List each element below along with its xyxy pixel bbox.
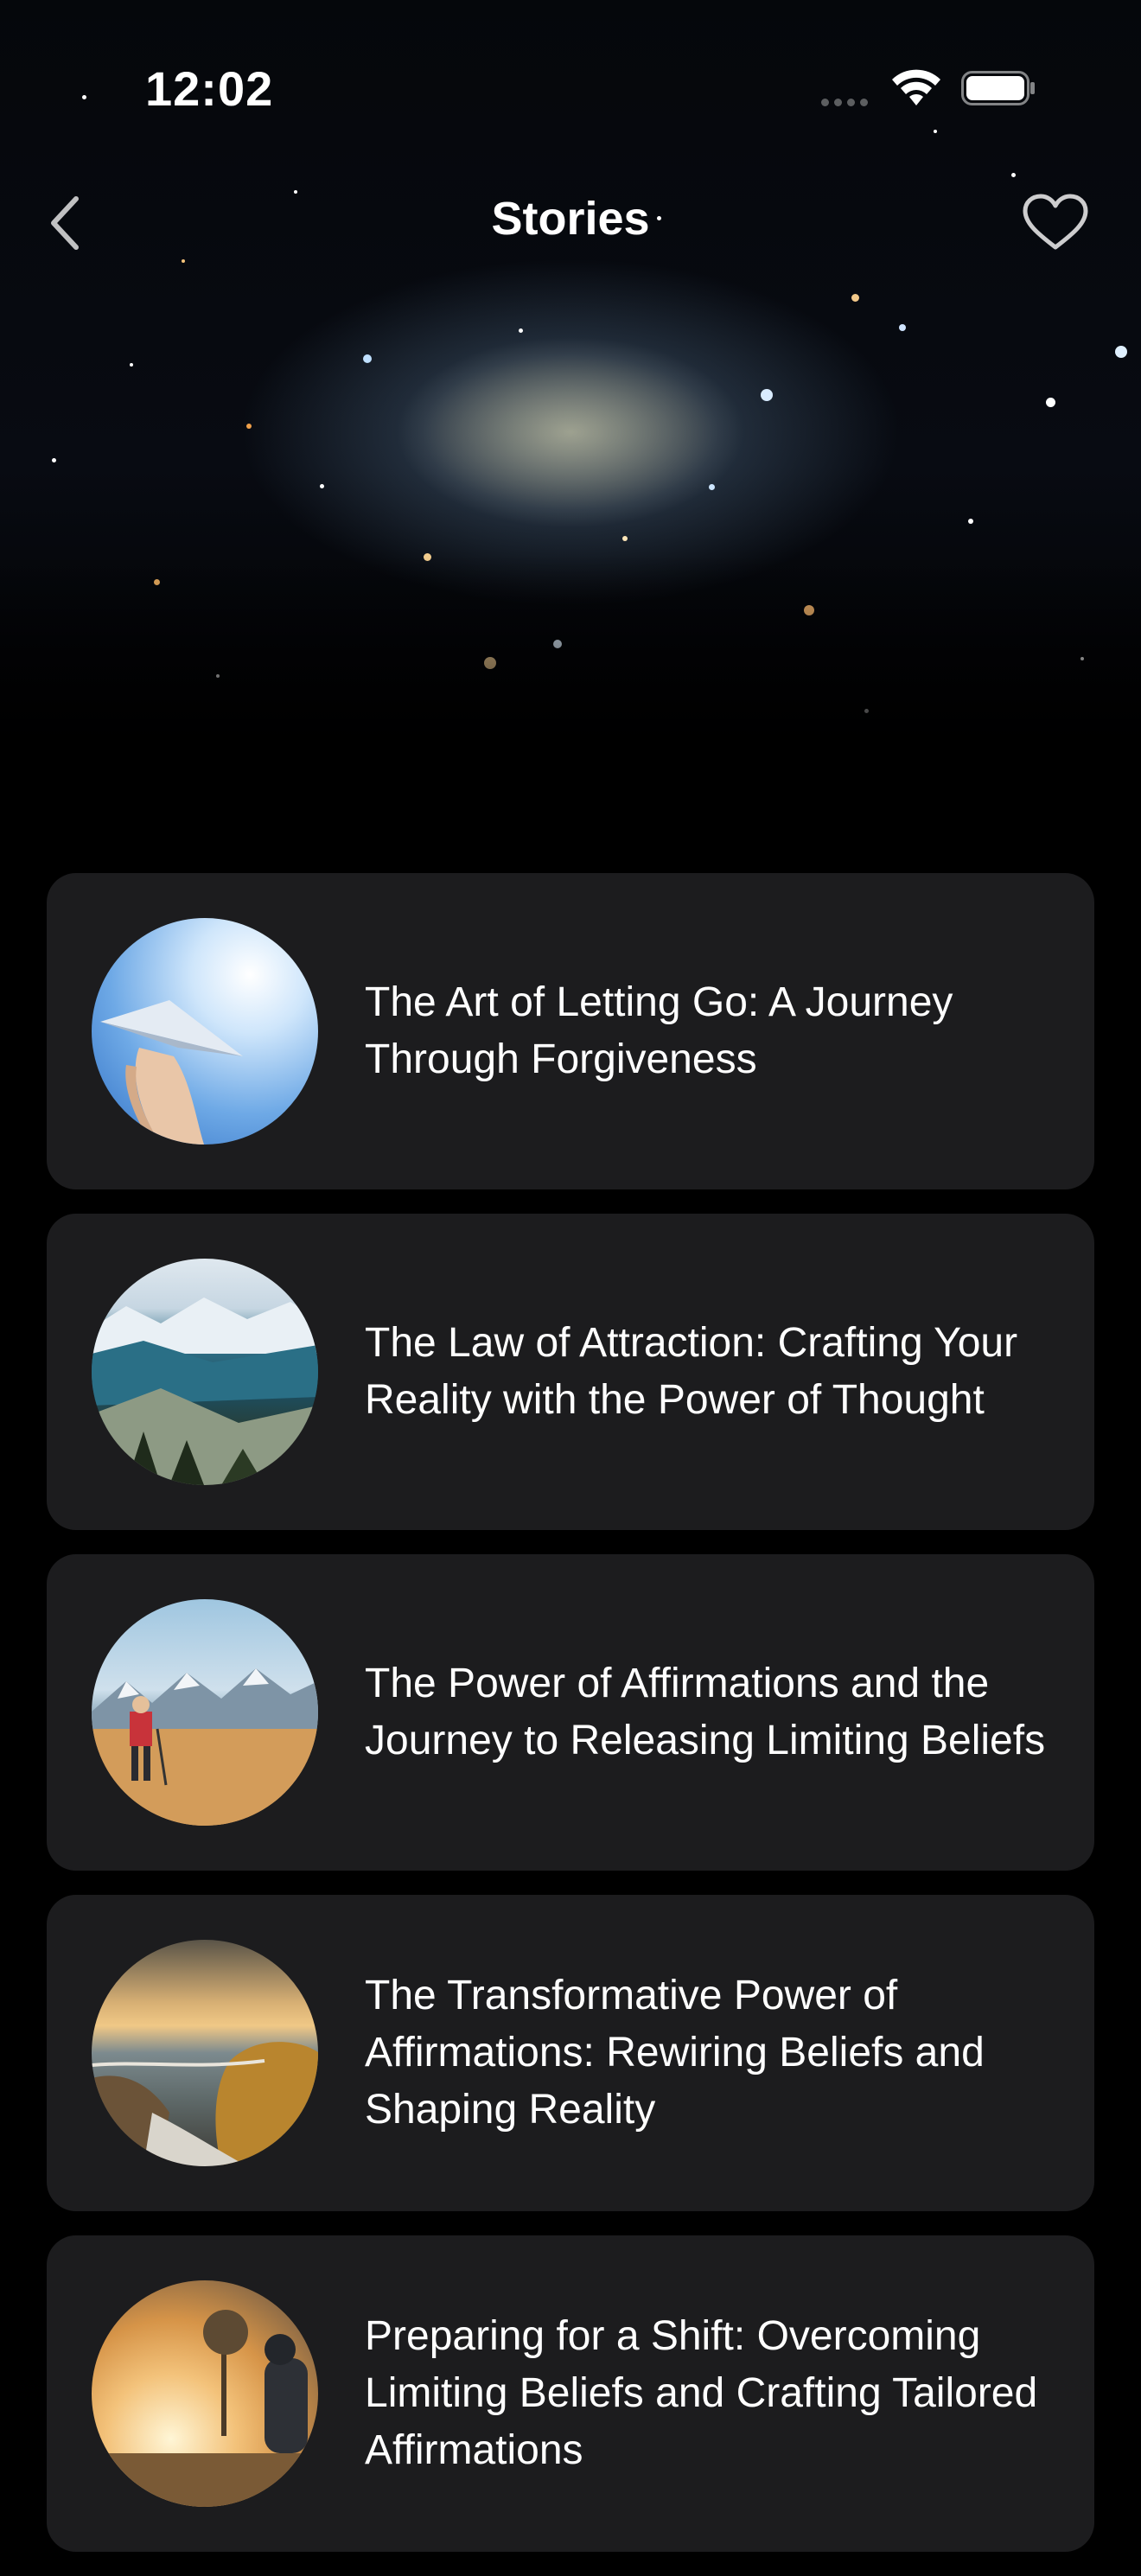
heart-icon[interactable] — [1020, 192, 1091, 252]
story-title: Preparing for a Shift: Overcoming Limiti… — [365, 2313, 1038, 2473]
story-card[interactable]: The Power of Affirmations and the Journe… — [47, 1554, 1094, 1871]
status-bar: 12:02 — [0, 0, 1141, 173]
story-title: The Law of Attraction: Crafting Your Rea… — [365, 1320, 1018, 1423]
battery-icon — [961, 71, 1035, 105]
story-title: The Art of Letting Go: A Journey Through… — [365, 979, 953, 1082]
status-time: 12:02 — [145, 61, 274, 116]
story-title: The Transformative Power of Affirmations… — [365, 1973, 985, 2133]
wifi-icon — [892, 69, 940, 105]
story-card[interactable]: The Transformative Power of Affirmations… — [47, 1895, 1094, 2211]
back-button[interactable] — [41, 190, 93, 256]
story-card[interactable]: The Law of Attraction: Crafting Your Rea… — [47, 1214, 1094, 1530]
cellular-signal-icon — [821, 99, 870, 107]
mountain-valley-image — [92, 1259, 318, 1485]
coastal-waterfall-image — [92, 1940, 318, 2166]
story-list: The Art of Letting Go: A Journey Through… — [47, 873, 1094, 2576]
story-card[interactable]: Preparing for a Shift: Overcoming Limiti… — [47, 2235, 1094, 2552]
sunset-traveler-image — [92, 2280, 318, 2507]
hiker-mountains-image — [92, 1599, 318, 1826]
story-title: The Power of Affirmations and the Journe… — [365, 1661, 1046, 1763]
story-card[interactable]: The Art of Letting Go: A Journey Through… — [47, 873, 1094, 1189]
page-title: Stories — [491, 193, 650, 245]
paper-plane-sky-image — [92, 918, 318, 1145]
